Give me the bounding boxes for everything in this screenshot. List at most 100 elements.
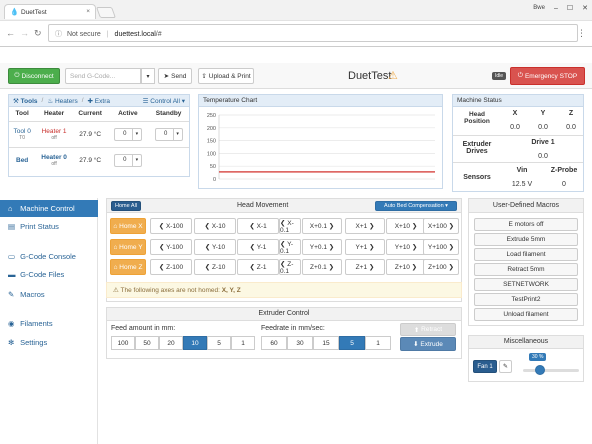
gcode-history-dropdown[interactable]: ▾: [141, 68, 155, 84]
active-temp-select[interactable]: 0 ▾: [113, 153, 142, 167]
fan-button[interactable]: Fan 1: [473, 360, 497, 373]
move-button[interactable]: ❮ Z-10: [194, 259, 236, 275]
tab-close-icon[interactable]: ×: [86, 8, 90, 15]
feed-amount-option[interactable]: 100: [111, 336, 135, 350]
feedrate-option[interactable]: 30: [287, 336, 313, 350]
macro-button[interactable]: E motors off: [474, 218, 578, 231]
feedrate-option[interactable]: 60: [261, 336, 287, 350]
fan-slider-handle[interactable]: [534, 365, 545, 375]
move-button[interactable]: X+100 ❯: [423, 218, 459, 234]
move-button[interactable]: Z+0.1 ❯: [302, 259, 342, 275]
standby-temp-select[interactable]: 0 ▾: [154, 127, 183, 141]
move-button[interactable]: Z+100 ❯: [423, 259, 459, 275]
sidebar-item-machine-control[interactable]: ⌂ Machine Control: [0, 200, 98, 217]
tab-tools[interactable]: ⚒ Tools: [13, 97, 38, 105]
disconnect-button[interactable]: ⏻ Disconnect: [8, 68, 60, 84]
tool-name[interactable]: Tool 0: [10, 128, 34, 135]
warning-icon: ⚠: [113, 287, 119, 294]
macro-button[interactable]: TestPrint2: [474, 293, 578, 306]
close-window-icon[interactable]: ✕: [582, 4, 588, 12]
home-axis-button[interactable]: ⌂ Home Y: [110, 239, 146, 255]
upload-print-button[interactable]: ⇪ Upload & Print: [198, 68, 254, 84]
retract-button[interactable]: ⬆ Retract: [400, 323, 456, 336]
power-icon: ⏻: [517, 72, 523, 79]
feedrate-option[interactable]: 1: [365, 336, 391, 350]
move-button[interactable]: Y+10 ❯: [386, 239, 426, 255]
move-button[interactable]: ❮ Y-100: [150, 239, 192, 255]
move-button[interactable]: ❮ X-0.1: [279, 218, 301, 234]
send-button[interactable]: ➤ Send: [158, 68, 192, 84]
tab-heaters[interactable]: ♨ Heaters: [47, 97, 77, 105]
move-button[interactable]: Z+1 ❯: [345, 259, 385, 275]
vin-label: Vin: [516, 167, 528, 174]
info-icon[interactable]: ⓘ: [55, 31, 62, 38]
feed-amount-option[interactable]: 1: [231, 336, 255, 350]
move-button[interactable]: ❮ Y-0.1: [279, 239, 301, 255]
move-button[interactable]: Z+10 ❯: [386, 259, 426, 275]
machine-status-title: Machine Status: [453, 95, 583, 107]
forward-icon[interactable]: →: [20, 28, 29, 38]
back-icon[interactable]: ←: [6, 28, 15, 38]
feed-amount-option[interactable]: 50: [135, 336, 159, 350]
move-button[interactable]: ❮ Y-10: [194, 239, 236, 255]
move-button[interactable]: Y+100 ❯: [423, 239, 459, 255]
browser-menu-icon[interactable]: ⋮: [577, 28, 586, 39]
new-tab-button[interactable]: [95, 7, 117, 18]
feed-amount-option[interactable]: 10: [183, 336, 207, 350]
warning-icon: ⚠: [388, 70, 398, 82]
feed-amount-option[interactable]: 20: [159, 336, 183, 350]
move-button[interactable]: ❮ Z-100: [150, 259, 192, 275]
tab-extra[interactable]: ✚ Extra: [88, 97, 110, 105]
sidebar-item-gcode-console[interactable]: ▭ G-Code Console: [0, 248, 98, 265]
heater-name[interactable]: Heater 0: [36, 154, 72, 161]
sidebar-item-macros[interactable]: ✎ Macros: [0, 286, 98, 303]
sidebar-item-print-status[interactable]: ▤ Print Status: [0, 218, 98, 235]
move-button[interactable]: ❮ Y-1: [237, 239, 279, 255]
gcode-input[interactable]: Send G-Code...: [65, 68, 141, 84]
browser-tab[interactable]: 💧 DuetTest ×: [4, 4, 96, 19]
move-button[interactable]: Y+0.1 ❯: [302, 239, 342, 255]
feedrate-option[interactable]: 5: [339, 336, 365, 350]
auto-bed-compensation-button[interactable]: Auto Bed Compensation ▾: [375, 201, 457, 211]
maximize-icon[interactable]: ☐: [567, 4, 573, 12]
fan-edit-icon[interactable]: ✎: [499, 360, 512, 373]
move-button[interactable]: X+1 ❯: [345, 218, 385, 234]
tool-name[interactable]: Bed: [9, 147, 35, 173]
feedrate-option[interactable]: 15: [313, 336, 339, 350]
macro-button[interactable]: Extrude 5mm: [474, 233, 578, 246]
move-button[interactable]: ❮ Z-0.1: [279, 259, 301, 275]
move-button[interactable]: ❮ X-1: [237, 218, 279, 234]
hdd-icon: ▬: [8, 270, 16, 279]
macro-button[interactable]: Retract 5mm: [474, 263, 578, 276]
url-host: duettest.local: [114, 31, 156, 38]
feed-amount-option[interactable]: 5: [207, 336, 231, 350]
profile-name[interactable]: Bwe: [533, 5, 545, 11]
sidebar-item-filaments[interactable]: ◉ Filaments: [0, 315, 98, 332]
head-position-label: Head Position: [464, 111, 490, 125]
macro-button[interactable]: Load filament: [474, 248, 578, 261]
sidebar-item-gcode-files[interactable]: ▬ G-Code Files: [0, 266, 98, 283]
active-temp-select[interactable]: 0 ▾: [113, 127, 142, 141]
macro-button[interactable]: Unload filament: [474, 308, 578, 321]
home-axis-button[interactable]: ⌂ Home Z: [110, 259, 146, 275]
move-button[interactable]: X+0.1 ❯: [302, 218, 342, 234]
nav-row: ← → ↻ ⓘ Not secure | duettest.local/# ⋮: [0, 20, 592, 46]
heater-name[interactable]: Heater 1: [36, 128, 72, 135]
home-all-button[interactable]: Home All: [111, 201, 141, 211]
macro-button[interactable]: SETNETWORK: [474, 278, 578, 291]
fan-slider-track[interactable]: [523, 369, 579, 372]
extrude-button[interactable]: ⬇ Extrude: [400, 337, 456, 351]
emergency-stop-button[interactable]: ⏻ Emergency STOP: [510, 67, 585, 85]
move-button[interactable]: ❮ X-10: [194, 218, 236, 234]
reload-icon[interactable]: ↻: [34, 28, 42, 39]
home-axis-button[interactable]: ⌂ Home X: [110, 218, 146, 234]
move-button[interactable]: Y+1 ❯: [345, 239, 385, 255]
minimize-icon[interactable]: –: [554, 5, 558, 12]
y-tick-label: 150: [207, 139, 216, 145]
control-all-dropdown[interactable]: ☰ Control All ▾: [143, 97, 185, 105]
move-button[interactable]: X+10 ❯: [386, 218, 426, 234]
address-bar[interactable]: ⓘ Not secure | duettest.local/#: [48, 24, 578, 42]
sidebar-item-settings[interactable]: ✻ Settings: [0, 334, 98, 351]
move-button[interactable]: ❮ X-100: [150, 218, 192, 234]
move-button[interactable]: ❮ Z-1: [237, 259, 279, 275]
